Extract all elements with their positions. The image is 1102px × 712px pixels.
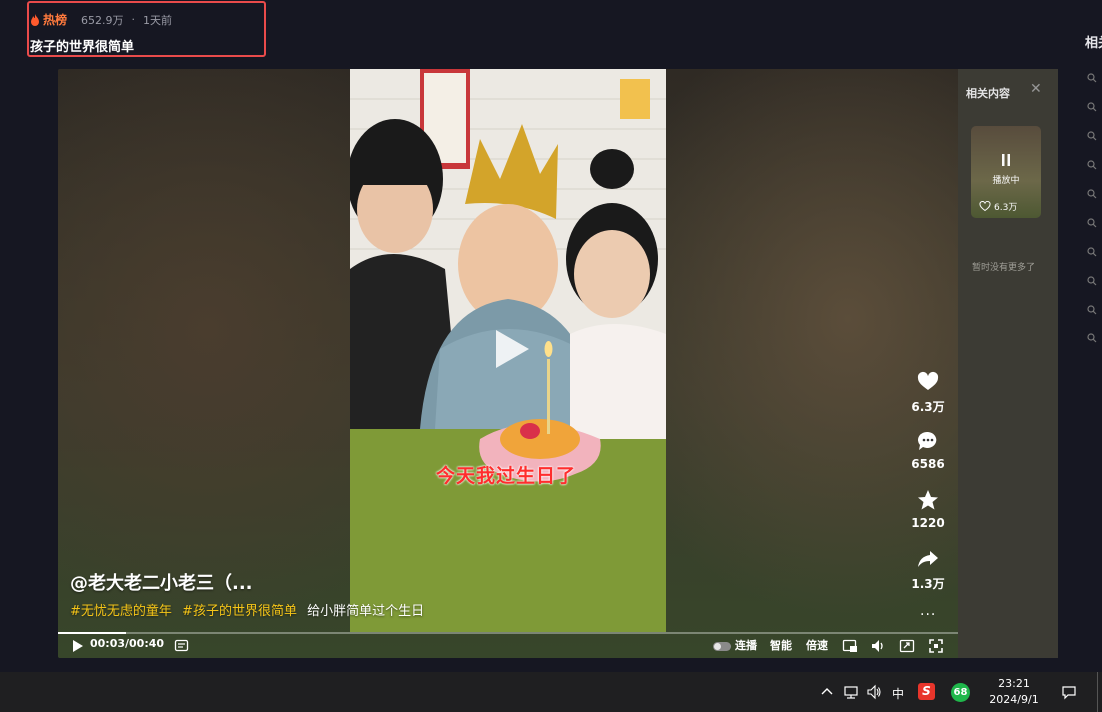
share-icon[interactable] [917,548,939,570]
hashtag-link[interactable]: #无忧无虑的童年 [70,604,172,619]
show-desktop-divider[interactable] [1097,672,1098,712]
volume-icon[interactable] [870,638,886,654]
like-count: 6.3万 [911,400,945,414]
comment-icon[interactable] [917,430,939,452]
no-more-text: 暂时没有更多了 [972,263,1036,273]
search-icon[interactable] [1087,102,1097,112]
play-button-icon[interactable] [492,327,532,371]
star-icon[interactable] [917,489,939,511]
comment-count: 6586 [911,457,945,471]
description-text: 给小胖简单过个生日 [307,604,425,619]
share-action[interactable]: 1.3万 [906,548,950,592]
related-video-thumbnail[interactable]: 播放中 6.3万 [971,126,1041,218]
search-icon[interactable] [1087,73,1097,83]
heart-icon[interactable] [917,371,939,393]
hot-list-link[interactable]: 热榜 [43,11,67,28]
related-title: 相关内容 [966,87,1010,100]
search-icon[interactable] [1087,305,1097,315]
favorite-count: 1220 [911,516,945,530]
hashtag-link[interactable]: #孩子的世界很简单 [182,604,297,619]
video-player[interactable]: 今天我过生日了 @老大老二小老三（... #无忧无虑的童年 #孩子的世界很简单 … [58,69,958,658]
speed-button[interactable]: 倍速 [806,637,828,653]
video-description: #无忧无虑的童年 #孩子的世界很简单 给小胖简单过个生日 [70,600,424,619]
clock-date: 2024/9/1 [989,693,1039,706]
share-count: 1.3万 [911,577,945,591]
player-controls: 00:03/00:40 连播 智能 倍速 [58,634,958,658]
hot-count: 652.9万 [81,13,124,27]
search-icon[interactable] [1087,218,1097,228]
separator-dot: · [131,13,136,26]
video-caption-overlay: 今天我过生日了 [436,465,577,487]
search-icon[interactable] [1087,160,1097,170]
hot-info-row: 热榜 652.9万 · 1天前 [30,11,172,28]
flame-icon [31,13,39,26]
heart-icon [979,201,991,212]
search-icon[interactable] [1087,247,1097,257]
network-icon[interactable] [843,684,859,700]
smart-quality-button[interactable]: 智能 [770,637,792,653]
chevron-up-icon[interactable] [819,684,835,700]
now-playing-label: 播放中 [992,176,1020,186]
speaker-icon[interactable] [866,684,882,700]
search-icon[interactable] [1087,333,1097,343]
related-like-count: 6.3万 [994,203,1018,213]
page: 热榜 652.9万 · 1天前 孩子的世界很简单 相关 [0,0,1102,712]
notification-icon[interactable] [1061,684,1077,700]
more-options-button[interactable]: ... [920,603,936,619]
pause-icon [1002,154,1010,166]
close-icon[interactable]: ✕ [1030,81,1042,97]
time-display: 00:03/00:40 [90,637,165,650]
autoplay-label[interactable]: 连播 [735,637,757,653]
related-content-panel: 相关内容 ✕ 播放中 6.3万 暂时没有更多了 [958,69,1058,658]
web-fullscreen-icon[interactable] [899,638,915,654]
search-icon[interactable] [1087,276,1097,286]
clock-time: 23:21 [998,677,1030,690]
favorite-action[interactable]: 1220 [906,489,950,530]
author-name[interactable]: @老大老二小老三（... [70,569,253,595]
taskbar-clock[interactable]: 23:21 2024/9/1 [986,676,1042,708]
like-action[interactable]: 6.3万 [906,371,950,415]
sogou-input-icon[interactable]: S [918,683,935,700]
danmaku-icon[interactable] [174,638,190,654]
search-icon[interactable] [1087,131,1097,141]
fullscreen-icon[interactable] [928,638,944,654]
comment-action[interactable]: 6586 [906,430,950,471]
ime-indicator[interactable]: 中 [892,685,904,702]
right-sidebar-title: 相关 [1085,36,1102,51]
play-icon[interactable] [70,638,86,654]
app-badge-icon[interactable]: 68 [951,683,970,702]
picture-in-picture-icon[interactable] [842,638,858,654]
related-likes: 6.3万 [979,200,1017,213]
windows-taskbar: 中 S 68 23:21 2024/9/1 [0,672,1102,712]
time-ago: 1天前 [143,13,173,27]
video-title: 孩子的世界很简单 [30,40,135,55]
autoplay-toggle[interactable] [713,642,731,651]
right-sidebar: 相关 [1070,0,1102,670]
search-icon[interactable] [1087,189,1097,199]
